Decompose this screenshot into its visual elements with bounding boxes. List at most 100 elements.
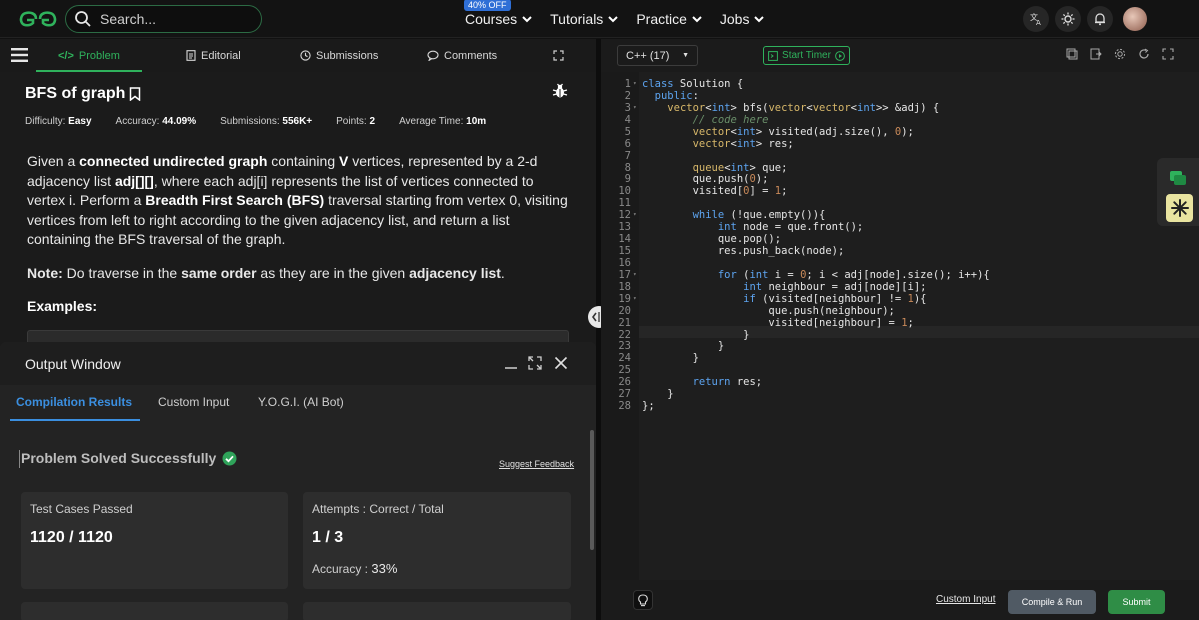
code-editor-panel: C++ (17) ▼ Start Timer 1 ▾ class Solution … [601,39,1199,620]
export-file-icon[interactable] [1090,48,1102,60]
code-line[interactable]: } [642,388,673,400]
code-area[interactable]: 1 ▾ class Solution {2 public: 3 ▾ vector<int… [601,72,1199,580]
tab-compilation-results[interactable]: Compilation Results [16,395,132,409]
chevron-down-icon [754,16,765,23]
search-input[interactable]: Search... [65,5,262,33]
report-bug-icon[interactable] [552,83,568,99]
custom-input-link[interactable]: Custom Input [936,594,995,605]
lightbulb-hint-icon[interactable] [633,590,653,610]
top-icons: 文A [1023,6,1147,32]
maximize-icon[interactable] [528,356,542,370]
language-select[interactable]: C++ (17) ▼ [617,45,698,66]
output-window: Output Window Compilation Results Custom… [0,342,596,620]
test-cases-card: Test Cases Passed 1120 / 1120 [21,492,288,589]
line-number: 5 [624,125,631,138]
tab-editorial-label: Editorial [201,49,241,62]
meta-points: Points: 2 [336,116,376,127]
close-icon[interactable] [554,356,568,370]
start-timer-button[interactable]: Start Timer [763,46,850,65]
chat-icon[interactable] [1168,168,1188,188]
nav-courses-label: Courses [465,11,518,27]
side-widget [1157,158,1199,226]
output-title: Output Window [25,356,121,372]
tab-comments[interactable]: Comments [427,39,497,72]
theme-toggle-icon[interactable] [1055,6,1081,32]
line-number: 28 [618,400,631,413]
meta-difficulty: Difficulty: Easy [25,116,92,127]
ai-assistant-icon[interactable] [1166,194,1193,222]
fold-arrow-icon[interactable]: ▾ [633,78,637,90]
fold-arrow-icon[interactable]: ▾ [633,209,637,221]
bookmark-icon[interactable] [129,87,141,101]
code-line[interactable]: visited[0] = 1; [642,185,788,197]
settings-gear-icon[interactable] [1114,48,1126,60]
nav-tutorials[interactable]: Tutorials [550,11,619,27]
line-number: 22 [618,328,631,341]
code-line[interactable]: public: [642,90,699,102]
menu-hamburger-icon[interactable] [11,48,28,62]
line-number: 25 [618,364,631,377]
gfg-logo-icon[interactable] [18,9,58,29]
code-line[interactable]: vector<int> bfs(vector<vector<int>> &adj… [642,102,939,114]
problem-title: BFS of graph [25,85,141,103]
start-timer-label: Start Timer [782,50,831,61]
expand-icon[interactable] [553,50,564,61]
tab-problem[interactable]: </> Problem [36,39,142,72]
code-line[interactable]: } [642,329,749,341]
line-number: 7 [624,149,631,162]
tab-yogi-ai-bot[interactable]: Y.O.G.I. (AI Bot) [258,395,344,409]
copy-icon[interactable] [1066,48,1078,60]
nav-courses[interactable]: 40% OFF Courses [464,0,532,27]
fold-arrow-icon[interactable]: ▾ [633,269,637,281]
code-line[interactable]: int neighbour = adj[node][i]; [642,281,926,293]
fold-arrow-icon[interactable]: ▾ [633,293,637,305]
line-number: 6 [624,137,631,150]
translate-icon[interactable]: 文A [1023,6,1049,32]
nav-practice[interactable]: Practice [636,11,702,27]
code-line[interactable]: visited[neighbour] = 1; [642,317,913,329]
tab-comments-label: Comments [444,49,498,62]
compile-run-button[interactable]: Compile & Run [1008,590,1096,614]
output-scrollbar[interactable] [590,430,594,550]
problem-note: Note: Do traverse in the same order as t… [27,265,505,281]
code-line[interactable]: for (int i = 0; i < adj[node].size(); i+… [642,269,990,281]
submit-button[interactable]: Submit [1108,590,1165,614]
code-line[interactable]: que.push(0); [642,173,769,185]
code-line[interactable]: vector<int> visited(adj.size(), 0); [642,126,914,138]
code-line[interactable]: } [642,352,699,364]
minimize-icon[interactable] [504,356,518,370]
chevron-down-icon [522,16,532,23]
editor-footer: Custom Input Compile & Run Submit [601,580,1199,620]
code-line[interactable]: } [642,340,724,352]
code-line[interactable]: }; [642,400,655,412]
document-icon [186,50,196,61]
code-line[interactable]: class Solution { [642,78,743,90]
notification-bell-icon[interactable] [1087,6,1113,32]
examples-heading: Examples: [27,298,98,314]
code-line[interactable]: while (!que.empty()){ [642,209,826,221]
fullscreen-icon[interactable] [1162,48,1174,60]
attempts-label: Attempts : Correct / Total [312,502,444,516]
nav-jobs[interactable]: Jobs [720,11,765,27]
line-number: 13 [618,221,631,234]
code-line[interactable]: que.pop(); [642,233,781,245]
line-number: 15 [618,245,631,258]
code-line[interactable]: res.push_back(node); [642,245,844,257]
code-line[interactable]: int node = que.front(); [642,221,863,233]
active-tab-indicator [10,419,140,421]
fold-arrow-icon[interactable]: ▾ [633,102,637,114]
code-line[interactable]: queue<int> que; [642,162,788,174]
user-avatar[interactable] [1123,7,1147,31]
code-line[interactable]: que.push(neighbour); [642,305,894,317]
tab-custom-input[interactable]: Custom Input [158,395,229,409]
code-line[interactable]: // code here [642,114,769,126]
code-line[interactable]: if (visited[neighbour] != 1){ [642,293,926,305]
output-header: Output Window [0,342,596,385]
tab-submissions[interactable]: Submissions [300,39,378,72]
tab-editorial[interactable]: Editorial [186,39,241,72]
code-line[interactable]: vector<int> res; [642,138,794,150]
reset-icon[interactable] [1138,48,1150,60]
code-line[interactable]: return res; [642,376,763,388]
line-number: 12 [618,209,631,222]
suggest-feedback-link[interactable]: Suggest Feedback [499,459,574,469]
